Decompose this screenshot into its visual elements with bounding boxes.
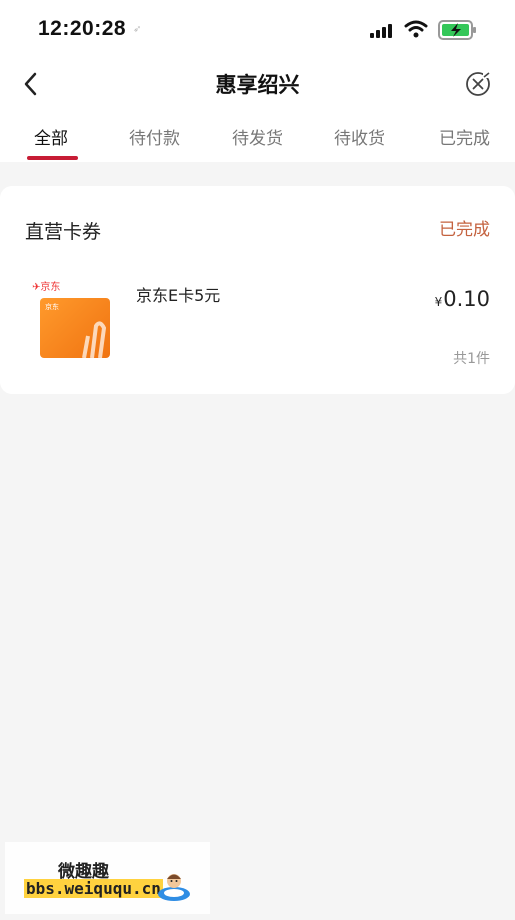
jd-logo: ✈京东 [32, 282, 61, 293]
price-value: 0.10 [443, 287, 490, 311]
wifi-icon [404, 20, 428, 38]
tab-all[interactable]: 全部 [34, 124, 68, 149]
status-time: 12:20:28 [38, 17, 127, 40]
currency-symbol: ¥ [434, 295, 443, 309]
card-stripe-graphic [82, 321, 106, 358]
product-price: ¥0.10 [435, 287, 490, 311]
close-icon[interactable] [464, 70, 492, 98]
watermark-mascot-icon [158, 874, 190, 901]
page-title: 惠享绍兴 [215, 73, 300, 97]
location-arrow-icon: ➶ [133, 24, 142, 35]
card-brand-text: 京东 [45, 303, 59, 311]
tab-completed[interactable]: 已完成 [439, 124, 490, 149]
battery-charging-icon [438, 20, 476, 40]
item-quantity: 共1件 [453, 351, 490, 367]
jd-logo-text: 京东 [40, 282, 61, 293]
active-tab-indicator [27, 156, 78, 160]
tab-pending-receipt[interactable]: 待收货 [334, 124, 385, 149]
order-tabs: 全部 待付款 待发货 待收货 已完成 [0, 124, 515, 152]
product-name: 京东E卡5元 [136, 286, 221, 305]
watermark-url: bbs.weiququ.cn [24, 879, 163, 898]
tab-pending-shipment[interactable]: 待发货 [232, 124, 283, 149]
cellular-signal-icon [370, 24, 392, 38]
order-status: 已完成 [439, 220, 490, 240]
tab-pending-payment[interactable]: 待付款 [129, 124, 180, 149]
product-image[interactable]: 京东 [40, 298, 110, 358]
order-category: 直营卡券 [25, 221, 102, 243]
